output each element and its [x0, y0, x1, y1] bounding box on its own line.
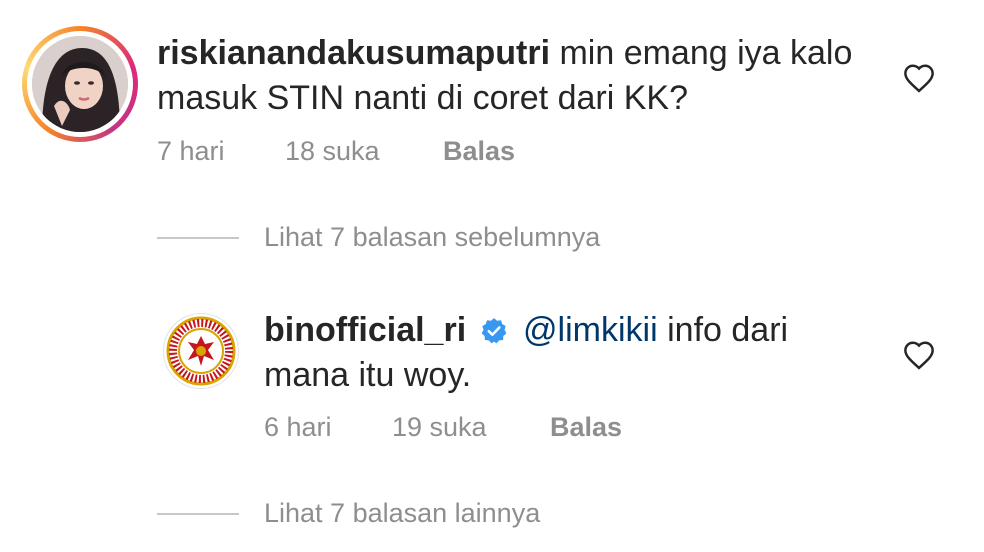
bin-emblem-logo [165, 315, 237, 387]
replies-divider [157, 237, 239, 239]
reply-button[interactable]: Balas [443, 136, 515, 167]
reply-button[interactable]: Balas [550, 412, 622, 443]
heart-outline-icon[interactable] [902, 340, 936, 370]
heart-outline-icon[interactable] [902, 63, 936, 93]
avatar-story-ring[interactable] [22, 26, 138, 142]
profile-photo [32, 36, 128, 132]
comment-username[interactable]: binofficial_ri [264, 311, 466, 349]
replies-divider [157, 513, 239, 515]
comment-username[interactable]: riskianandakusumaputri [157, 34, 550, 72]
comment-body: riskianandakusumaputri min emang iya kal… [157, 31, 877, 121]
avatar[interactable] [163, 313, 239, 389]
avatar [32, 36, 128, 132]
view-previous-replies-button[interactable]: Lihat 7 balasan sebelumnya [264, 222, 600, 253]
mention-link[interactable]: @limkikii [523, 311, 658, 349]
verified-badge-icon [481, 318, 506, 344]
comment-text: info dari [667, 311, 789, 349]
comment-text-continued: mana itu woy. [264, 356, 472, 394]
comment-likes[interactable]: 19 suka [392, 412, 487, 443]
comment-time: 7 hari [157, 136, 225, 166]
reply-comment-body: binofficial_ri @limkikii info dari mana … [264, 308, 864, 398]
comment-likes[interactable]: 18 suka [285, 136, 380, 167]
view-more-replies-button[interactable]: Lihat 7 balasan lainnya [264, 498, 540, 529]
comment-time: 6 hari [264, 412, 332, 442]
